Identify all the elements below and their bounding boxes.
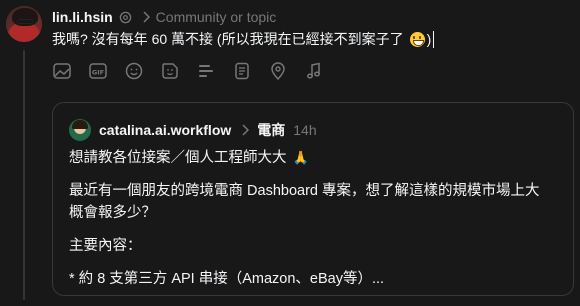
quoted-avatar[interactable] [69,119,91,141]
poll-icon [199,65,213,77]
avatar[interactable] [6,6,42,42]
quoted-post-header: catalina.ai.workflow 電商 14h [99,121,317,139]
attach-music-button[interactable] [304,60,340,82]
post-text-end: ) [426,31,432,47]
document-icon [235,62,249,80]
quoted-post-body: 想請教各位接案／個人工程師大大 🙏 最近有一個朋友的跨境電商 Dashboard … [69,147,559,290]
attach-sticker-button[interactable] [160,60,196,82]
composer-header: lin.li.hsin Community or topic [52,8,276,26]
post-text: 我嗎? 沒有每年 60 萬不接 (所以我現在已經接不到案子了 [52,31,404,47]
music-icon [307,62,320,79]
quoted-title-line: 想請教各位接案／個人工程師大大 🙏 [69,147,559,169]
quoted-title: 想請教各位接案／個人工程師大大 [69,150,287,166]
topic-input[interactable]: Community or topic [156,9,277,25]
username: lin.li.hsin [52,9,113,25]
quoted-timestamp: 14h [293,122,317,138]
image-icon [53,63,71,79]
emoji-icon [125,62,143,80]
attach-poll-button[interactable] [196,60,232,82]
quoted-username[interactable]: catalina.ai.workflow [99,122,231,138]
gif-icon: GIF [89,63,107,79]
thread-connector-line [23,50,25,300]
attach-emoji-button[interactable] [124,60,160,82]
attach-document-button[interactable] [232,60,268,82]
attach-location-button[interactable] [268,60,304,82]
chevron-right-icon [143,11,150,23]
post-text-input[interactable]: 我嗎? 沒有每年 60 萬不接 (所以我現在已經接不到案子了 ) [52,30,435,48]
quoted-topic[interactable]: 電商 [257,120,285,140]
topic-tag-icon [119,11,131,23]
sticker-icon [162,63,178,79]
folded-hands-emoji-icon: 🙏 [292,150,309,165]
location-icon [271,62,285,81]
quoted-bullet-item: * 約 8 支第三方 API 串接（Amazon、eBay等）... [69,271,385,287]
attach-gif-button[interactable]: GIF [88,60,124,82]
grinning-emoji-icon [409,31,425,47]
quoted-section-label: 主要內容： [69,238,142,254]
chevron-right-icon [242,124,250,136]
attachment-toolbar: GIF [52,60,340,82]
svg-text:GIF: GIF [92,69,104,77]
quoted-post-card[interactable]: catalina.ai.workflow 電商 14h 想請教各位接案／個人工程… [52,102,574,296]
text-caret [433,30,435,48]
thread-composer: lin.li.hsin Community or topic 我嗎? 沒有每年 … [0,0,580,306]
attach-image-button[interactable] [52,60,88,82]
quoted-body-line: 概會報多少？ [69,205,156,221]
quoted-body-line: 最近有一個朋友的跨境電商 Dashboard 專案，想了解這樣的規模市場上大 [69,183,540,199]
